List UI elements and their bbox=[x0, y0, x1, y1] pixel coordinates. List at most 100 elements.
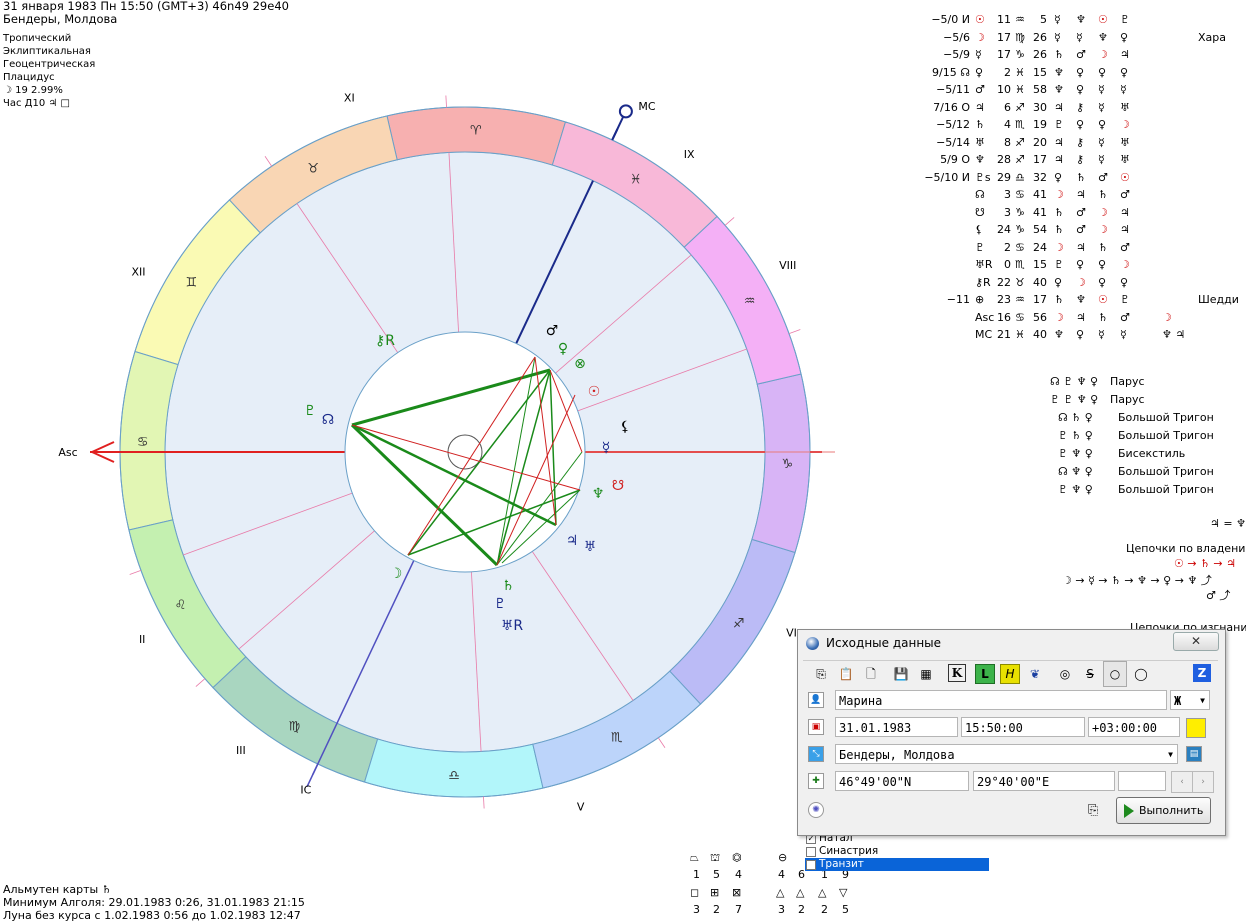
planet-glyph: ⊗ bbox=[574, 356, 586, 372]
planet-cell: ♒ bbox=[1015, 13, 1025, 26]
house-cusp-tick bbox=[788, 329, 801, 334]
planet-cell: ♋ bbox=[1015, 240, 1025, 254]
aspect-figure-row: ♇ ♄ ♀ Большой Тригон bbox=[1050, 429, 1214, 447]
aspect-figure-row: ♇ ♆ ♀ Бисекстиль bbox=[1050, 447, 1214, 465]
layout-icon-4[interactable]: ⊖ bbox=[778, 851, 787, 864]
chevron-down-icon: ▼ bbox=[1200, 696, 1205, 705]
layout-icon-6[interactable]: ⊞ bbox=[710, 886, 719, 899]
next-button[interactable]: › bbox=[1192, 771, 1214, 793]
h-icon[interactable]: H bbox=[1000, 664, 1020, 684]
house-label: III bbox=[236, 744, 246, 757]
longitude-field[interactable]: 29°40'00"E bbox=[973, 771, 1115, 791]
altitude-field[interactable] bbox=[1118, 771, 1166, 791]
gender-select[interactable]: Ж ▼ bbox=[1170, 690, 1210, 710]
center-circle bbox=[447, 434, 483, 470]
natal-chart-wheel[interactable]: ♈♉♊♋♌♍♎♏♐♑♒♓AscIIIIIICVVIDscVIIIIXMCXIXI… bbox=[0, 0, 850, 830]
planet-cell: 30 bbox=[1033, 100, 1047, 114]
calendar-icon[interactable]: ▣ bbox=[808, 719, 824, 735]
layout-icon-1[interactable]: ⏢ bbox=[690, 851, 699, 865]
planet-cell: 21 bbox=[997, 328, 1011, 341]
strike-icon[interactable]: S̶ bbox=[1080, 664, 1100, 684]
prev-button[interactable]: ‹ bbox=[1171, 771, 1193, 793]
house-label: MC bbox=[638, 100, 655, 113]
layout-icon-5[interactable]: ◻ bbox=[690, 886, 699, 899]
coords-icon[interactable]: ✚ bbox=[808, 773, 824, 789]
figure-glyphs: ♇ ♄ ♀ bbox=[1058, 429, 1093, 442]
close-button[interactable]: ✕ bbox=[1173, 632, 1219, 651]
copy-icon[interactable]: ⎘ bbox=[811, 664, 831, 684]
transit-checkbox[interactable] bbox=[806, 860, 816, 870]
copy-small-icon[interactable]: ⎘ bbox=[1088, 803, 1098, 818]
circle-icon[interactable]: ◯ bbox=[1131, 664, 1151, 684]
planet-cell: ♂ bbox=[1076, 48, 1086, 61]
planet-cell: ♀ bbox=[1098, 118, 1107, 131]
table-icon[interactable]: ▦ bbox=[916, 664, 936, 684]
input-data-dialog: Исходные данные ✕ ⎘ 📋 🗋 💾 ▦ K L H ❦ ◎ S̶… bbox=[797, 629, 1226, 836]
mode-synastry[interactable]: Синастрия bbox=[805, 845, 1005, 858]
app-icon bbox=[806, 637, 819, 650]
person-icon[interactable]: 👤 bbox=[808, 692, 824, 708]
planet-glyph: ☿ bbox=[602, 440, 611, 456]
figure-glyphs: ♇ ♇ ♆ ♀ bbox=[1050, 393, 1099, 406]
latitude-field[interactable]: 46°49'00"N bbox=[835, 771, 969, 791]
layout-icon-3[interactable]: ⏣ bbox=[732, 851, 742, 864]
synastry-checkbox[interactable] bbox=[806, 847, 816, 857]
k-icon[interactable]: K bbox=[948, 664, 966, 682]
z-icon[interactable]: Z bbox=[1193, 664, 1211, 682]
spiral-icon[interactable]: ◎ bbox=[1055, 664, 1075, 684]
chart-mode-list[interactable]: ✓ Натал Синастрия Транзит bbox=[805, 832, 1005, 871]
heart-icon[interactable]: ❦ bbox=[1025, 664, 1045, 684]
time-field[interactable]: 15:50:00 bbox=[961, 717, 1085, 737]
planet-cell: 24 bbox=[997, 223, 1011, 236]
planet-glyph: ☊ bbox=[322, 412, 334, 428]
planet-cell: ♆ bbox=[1098, 30, 1108, 44]
run-button[interactable]: Выполнить bbox=[1116, 797, 1211, 824]
layout-icon-9[interactable]: △ bbox=[796, 886, 804, 899]
planet-cell: ♀ bbox=[1054, 170, 1063, 184]
layout-icon-2[interactable]: ⛫ bbox=[710, 851, 720, 866]
atlas-icon[interactable]: ✺ bbox=[808, 802, 824, 818]
color-swatch[interactable] bbox=[1186, 718, 1206, 738]
planet-cell: 8 bbox=[1004, 135, 1011, 149]
planet-cell: 5 bbox=[1040, 13, 1047, 26]
paste-icon[interactable]: 📋 bbox=[836, 664, 856, 684]
planet-cell: 41 bbox=[1033, 205, 1047, 219]
layout-num: 5 bbox=[842, 903, 849, 916]
mode-transit[interactable]: Транзит bbox=[805, 858, 989, 871]
layout-icon-10[interactable]: △ bbox=[818, 886, 826, 899]
house-label: VIII bbox=[779, 259, 796, 272]
new-icon[interactable]: 🗋 bbox=[861, 664, 881, 684]
planet-cell: 5/9 О bbox=[940, 153, 970, 166]
planet-cell: ♄ bbox=[1098, 188, 1108, 201]
l-icon[interactable]: L bbox=[975, 664, 995, 684]
layout-icon-8[interactable]: △ bbox=[776, 886, 784, 899]
planet-cell: ♆ ♃ bbox=[1162, 328, 1186, 341]
planet-cell: ☿ bbox=[1120, 83, 1127, 96]
place-field[interactable]: Бендеры, Молдова ▼ bbox=[835, 744, 1178, 764]
planet-cell: ⚷R bbox=[975, 275, 991, 289]
dialog-titlebar[interactable]: Исходные данные ✕ bbox=[798, 630, 1225, 656]
planet-cell: 16 bbox=[997, 310, 1011, 324]
figure-name: Бисекстиль bbox=[1118, 447, 1186, 460]
planet-cell: ♑ bbox=[1015, 223, 1025, 236]
layout-num: 2 bbox=[821, 903, 828, 916]
planet-cell: ♆ bbox=[1076, 293, 1086, 306]
bottom-info: Альмутен карты ♄ Минимум Алголя: 29.01.1… bbox=[3, 883, 305, 922]
circle-small-icon[interactable]: ○ bbox=[1103, 661, 1127, 687]
planet-cell: 32 bbox=[1033, 170, 1047, 184]
planet-cell: ♓ bbox=[1015, 65, 1025, 79]
place-icon[interactable]: ⤡ bbox=[808, 746, 824, 762]
layout-icon-11[interactable]: ▽ bbox=[839, 886, 847, 899]
name-field[interactable]: Марина bbox=[835, 690, 1167, 710]
planet-cell: ☉ bbox=[1120, 170, 1130, 184]
date-field[interactable]: 31.01.1983 bbox=[835, 717, 958, 737]
house-cusp-tick bbox=[445, 95, 447, 108]
planet-cell: ♐ bbox=[1015, 135, 1025, 149]
layout-icon-7[interactable]: ⊠ bbox=[732, 886, 741, 899]
planet-cell: ♀ bbox=[1076, 83, 1085, 96]
planet-cell: ♄ bbox=[1098, 240, 1108, 254]
save-icon[interactable]: 💾 bbox=[891, 664, 911, 684]
layout-num: 6 bbox=[798, 868, 805, 881]
map-icon[interactable]: ▤ bbox=[1186, 746, 1202, 762]
timezone-field[interactable]: +03:00:00 bbox=[1088, 717, 1180, 737]
